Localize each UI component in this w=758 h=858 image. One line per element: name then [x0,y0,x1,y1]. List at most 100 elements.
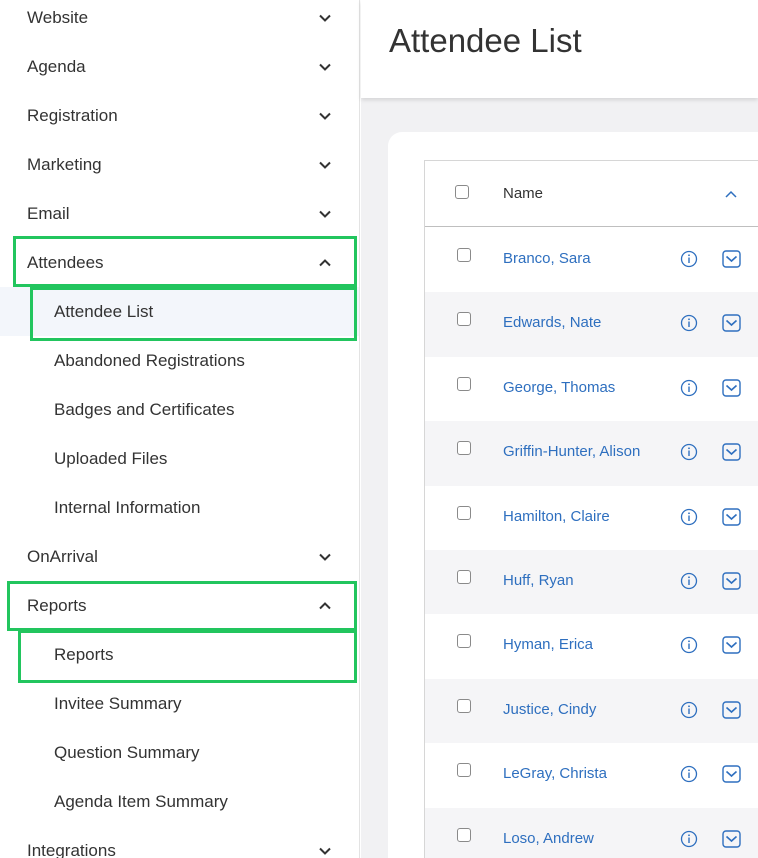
sidebar-item-attendee-list[interactable]: Attendee List [0,287,359,336]
select-all-checkbox[interactable] [455,185,469,199]
row-checkbox[interactable] [457,441,471,456]
sidebar-nav: Website Agenda Registration Marketing Em… [0,0,360,858]
sidebar-item-website[interactable]: Website [0,0,359,42]
table-row: Griffin-Hunter, Alison [425,421,758,486]
table-row: Hamilton, Claire [425,486,758,550]
sidebar-item-label: Attendee List [54,301,154,321]
mail-dropdown-icon[interactable] [722,507,741,526]
chevron-down-icon [318,11,332,25]
info-icon[interactable] [680,636,698,654]
page-title: Attendee List [389,22,582,59]
info-icon[interactable] [680,314,698,332]
info-icon[interactable] [680,443,698,461]
sidebar-item-label: Abandoned Registrations [54,350,245,370]
chevron-down-icon [318,60,332,74]
sidebar-item-label: Marketing [27,154,102,174]
attendee-name-link[interactable]: Branco, Sara [503,250,591,267]
mail-dropdown-icon[interactable] [722,379,741,397]
attendee-name-link[interactable]: George, Thomas [503,379,615,396]
attendee-name-link[interactable]: Hyman, Erica [503,636,593,653]
chevron-down-icon [318,158,332,172]
sidebar-item-onarrival[interactable]: OnArrival [0,532,359,581]
sidebar-item-label: Email [27,203,70,223]
sidebar-item-label: Badges and Certificates [54,399,235,419]
sidebar-item-label: Invitee Summary [54,693,182,713]
attendee-name-link[interactable]: Loso, Andrew [503,830,594,847]
sidebar-item-email[interactable]: Email [0,189,359,238]
sidebar-item-label: Reports [27,595,87,615]
mail-dropdown-icon[interactable] [722,250,741,268]
sidebar-item-question-summary[interactable]: Question Summary [0,728,359,777]
row-checkbox[interactable] [457,376,471,391]
sidebar-item-label: Internal Information [54,497,201,517]
attendee-table: Name Branco, Sara Edwards, Nate George, … [424,160,758,858]
attendee-name-link[interactable]: Justice, Cindy [503,701,596,718]
info-icon[interactable] [680,830,698,848]
chevron-down-icon [318,109,332,123]
mail-dropdown-icon[interactable] [722,829,741,848]
mail-dropdown-icon[interactable] [722,572,741,590]
row-checkbox[interactable] [457,827,471,842]
column-header-name[interactable]: Name [503,185,543,202]
sidebar-item-internal-information[interactable]: Internal Information [0,483,359,532]
sidebar-item-uploaded-files[interactable]: Uploaded Files [0,434,359,483]
table-row: Loso, Andrew [425,807,758,858]
mail-dropdown-icon[interactable] [722,314,741,333]
table-header: Name [425,161,758,227]
attendee-name-link[interactable]: LeGray, Christa [503,765,607,782]
table-row: George, Thomas [425,357,758,421]
chevron-up-icon [318,256,332,270]
table-row: Edwards, Nate [425,292,758,357]
sidebar-item-registration[interactable]: Registration [0,91,359,140]
sidebar-item-label: Reports [54,644,114,664]
chevron-down-icon [318,550,332,564]
sidebar-item-label: Integrations [27,840,116,858]
row-checkbox[interactable] [457,763,471,778]
sidebar-item-reports-sub[interactable]: Reports [0,630,359,679]
chevron-up-icon [318,599,332,613]
info-icon[interactable] [680,765,698,783]
sidebar-item-attendees[interactable]: Attendees [0,238,359,287]
table-row: Hyman, Erica [425,614,758,678]
sidebar-item-agenda-item-summary[interactable]: Agenda Item Summary [0,777,359,826]
row-checkbox[interactable] [457,505,471,520]
sidebar-item-label: Registration [27,105,118,125]
attendee-name-link[interactable]: Hamilton, Claire [503,508,610,525]
sidebar-item-integrations[interactable]: Integrations [0,826,359,858]
sidebar-item-label: Attendees [27,252,104,272]
info-icon[interactable] [680,701,698,719]
sidebar-item-label: Agenda [27,56,86,76]
attendee-name-link[interactable]: Edwards, Nate [503,314,601,331]
mail-dropdown-icon[interactable] [722,443,741,461]
info-icon[interactable] [680,250,698,268]
sidebar-item-reports[interactable]: Reports [0,581,359,630]
info-icon[interactable] [680,379,698,397]
sidebar-item-label: Agenda Item Summary [54,791,228,811]
info-icon[interactable] [680,572,698,590]
chevron-down-icon [318,844,332,858]
attendee-name-link[interactable]: Griffin-Hunter, Alison [503,443,640,460]
sidebar-item-label: Website [27,7,89,27]
row-checkbox[interactable] [457,570,471,584]
sidebar-item-invitee-summary[interactable]: Invitee Summary [0,679,359,728]
sidebar-item-marketing[interactable]: Marketing [0,140,359,189]
table-row: Huff, Ryan [425,550,758,615]
sidebar-item-agenda[interactable]: Agenda [0,42,359,91]
table-row: Justice, Cindy [425,678,758,744]
mail-dropdown-icon[interactable] [722,765,741,783]
sidebar-item-abandoned-registrations[interactable]: Abandoned Registrations [0,336,359,385]
row-checkbox[interactable] [457,634,471,649]
table-row: Branco, Sara [425,228,758,292]
mail-dropdown-icon[interactable] [722,701,741,719]
row-checkbox[interactable] [457,248,471,262]
sort-ascending-icon[interactable] [724,188,738,202]
row-checkbox[interactable] [457,698,471,713]
row-checkbox[interactable] [457,312,471,327]
table-row: LeGray, Christa [425,743,758,807]
sidebar-item-badges-and-certificates[interactable]: Badges and Certificates [0,385,359,434]
attendee-name-link[interactable]: Huff, Ryan [503,572,574,589]
info-icon[interactable] [680,508,698,526]
mail-dropdown-icon[interactable] [722,636,741,655]
sidebar-item-label: Question Summary [54,742,200,762]
chevron-down-icon [318,207,332,221]
